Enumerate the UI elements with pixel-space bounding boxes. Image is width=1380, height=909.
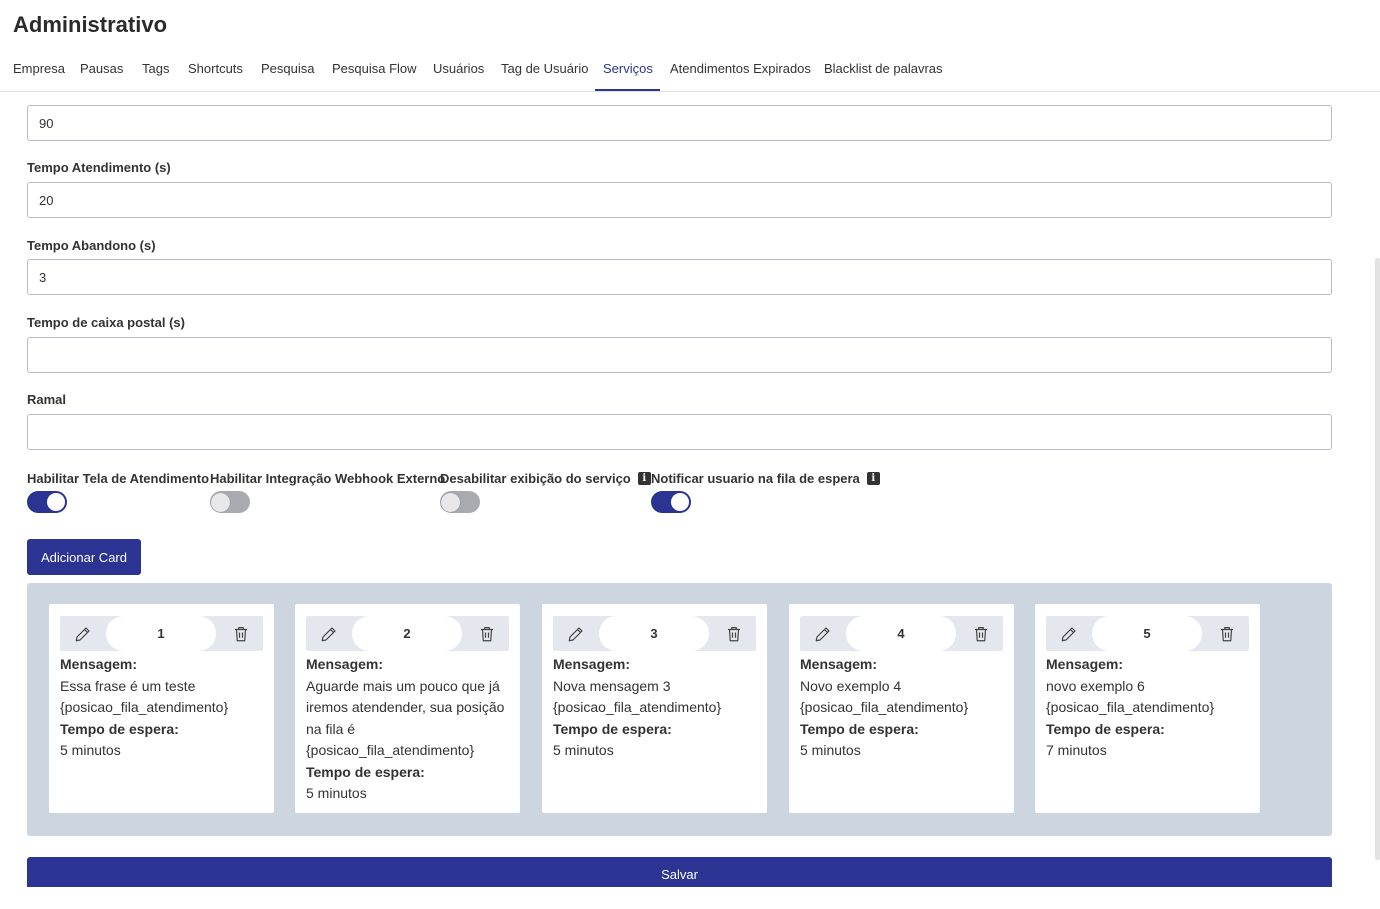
card-wait-label: Tempo de espera: xyxy=(60,720,179,737)
message-card: 2 Mensagem: Aguarde mais um pouco que já… xyxy=(295,604,520,813)
tempo-abandono-input[interactable] xyxy=(27,259,1332,295)
toggle-knob xyxy=(211,493,230,512)
info-icon[interactable]: i xyxy=(866,471,880,485)
toggle-label-text: Notificar usuario na fila de espera xyxy=(651,470,860,486)
tab-pausas[interactable]: Pausas xyxy=(80,50,123,91)
trash-icon[interactable] xyxy=(972,625,990,643)
trash-icon[interactable] xyxy=(478,625,496,643)
tempo-atendimento-label: Tempo Atendimento (s) xyxy=(27,160,171,175)
tempo-caixa-postal-label: Tempo de caixa postal (s) xyxy=(27,315,185,330)
toggle-label: Habilitar Integração Webhook Externo xyxy=(210,470,445,486)
toggle-label: Habilitar Tela de Atendimento xyxy=(27,470,209,486)
card-wait-label: Tempo de espera: xyxy=(1046,720,1165,737)
tab-servicos[interactable]: Serviços xyxy=(595,50,660,91)
tab-tag-de-usuario[interactable]: Tag de Usuário xyxy=(501,50,588,91)
message-card: 4 Mensagem: Novo exemplo 4 {posicao_fila… xyxy=(789,604,1014,813)
card-wait-label: Tempo de espera: xyxy=(800,720,919,737)
card-header: 5 xyxy=(1046,616,1249,651)
card-message: Essa frase é um teste {posicao_fila_aten… xyxy=(60,677,229,716)
top-numeric-field[interactable] xyxy=(27,105,1332,141)
card-message-label: Mensagem: xyxy=(553,656,631,672)
card-body: Mensagem: Essa frase é um teste {posicao… xyxy=(60,654,265,762)
ramal-input[interactable] xyxy=(27,414,1332,450)
tab-pesquisa[interactable]: Pesquisa xyxy=(261,50,314,91)
message-card: 1 Mensagem: Essa frase é um teste {posic… xyxy=(49,604,274,813)
tab-atendimentos-expirados[interactable]: Atendimentos Expirados xyxy=(670,50,811,91)
card-body: Mensagem: Nova mensagem 3 {posicao_fila_… xyxy=(553,654,758,762)
toggle-desabilitar-exibicao-group: Desabilitar exibição do serviço i xyxy=(440,470,651,513)
notificar-fila-espera-toggle[interactable] xyxy=(651,491,691,513)
toggle-habilitar-tela-atendimento-group: Habilitar Tela de Atendimento xyxy=(27,470,209,513)
card-header: 3 xyxy=(553,616,756,651)
card-message-label: Mensagem: xyxy=(60,656,138,672)
card-header: 2 xyxy=(306,616,509,651)
card-number: 2 xyxy=(352,616,462,651)
toggle-label-text: Habilitar Tela de Atendimento xyxy=(27,470,210,486)
card-body: Mensagem: Aguarde mais um pouco que já i… xyxy=(306,654,511,805)
card-wait-label: Tempo de espera: xyxy=(553,720,672,737)
card-number: 3 xyxy=(599,616,709,651)
card-wait: 5 minutos xyxy=(306,785,367,801)
card-wait: 5 minutos xyxy=(60,742,121,758)
tempo-abandono-label: Tempo Abandono (s) xyxy=(27,238,156,253)
viewport-bottom-edge xyxy=(0,887,1380,909)
card-message-label: Mensagem: xyxy=(1046,656,1124,672)
card-header: 1 xyxy=(60,616,263,651)
ramal-label: Ramal xyxy=(27,392,67,407)
card-message-label: Mensagem: xyxy=(800,656,878,672)
card-message: novo exemplo 6 {posicao_fila_atendimento… xyxy=(1046,677,1215,716)
card-wait: 7 minutos xyxy=(1046,742,1107,758)
scrollbar-thumb[interactable] xyxy=(1375,258,1380,860)
pencil-icon[interactable] xyxy=(1060,625,1078,643)
trash-icon[interactable] xyxy=(725,625,743,643)
toggle-label: Desabilitar exibição do serviço i xyxy=(440,470,651,486)
card-wait-label: Tempo de espera: xyxy=(306,763,425,780)
desabilitar-exibicao-toggle[interactable] xyxy=(440,491,480,513)
pencil-icon[interactable] xyxy=(814,625,832,643)
habilitar-webhook-externo-toggle[interactable] xyxy=(210,491,250,513)
toggle-notificar-fila-group: Notificar usuario na fila de espera i xyxy=(651,470,880,513)
tempo-caixa-postal-input[interactable] xyxy=(27,337,1332,373)
tab-usuarios[interactable]: Usuários xyxy=(433,50,484,91)
card-header: 4 xyxy=(800,616,1003,651)
toggle-label-text: Habilitar Integração Webhook Externo xyxy=(210,470,446,486)
toggle-label: Notificar usuario na fila de espera i xyxy=(651,470,880,486)
card-message: Aguarde mais um pouco que já iremos aten… xyxy=(306,677,505,759)
tab-pesquisa-flow[interactable]: Pesquisa Flow xyxy=(332,50,417,91)
card-body: Mensagem: novo exemplo 6 {posicao_fila_a… xyxy=(1046,654,1251,762)
tempo-atendimento-input[interactable] xyxy=(27,182,1332,218)
card-number: 5 xyxy=(1092,616,1202,651)
habilitar-tela-atendimento-toggle[interactable] xyxy=(27,491,67,513)
toggle-webhook-externo-group: Habilitar Integração Webhook Externo xyxy=(210,470,445,513)
toggle-knob xyxy=(441,493,460,512)
toggle-knob xyxy=(671,493,689,511)
admin-tabs: Empresa Pausas Tags Shortcuts Pesquisa P… xyxy=(0,50,1380,92)
cards-container: 1 Mensagem: Essa frase é um teste {posic… xyxy=(27,583,1332,836)
toggle-knob xyxy=(47,493,65,511)
card-number: 4 xyxy=(846,616,956,651)
message-card: 5 Mensagem: novo exemplo 6 {posicao_fila… xyxy=(1035,604,1260,813)
trash-icon[interactable] xyxy=(1218,625,1236,643)
message-card: 3 Mensagem: Nova mensagem 3 {posicao_fil… xyxy=(542,604,767,813)
card-wait: 5 minutos xyxy=(553,742,614,758)
card-message: Novo exemplo 4 {posicao_fila_atendimento… xyxy=(800,677,969,716)
pencil-icon[interactable] xyxy=(74,625,92,643)
tab-shortcuts[interactable]: Shortcuts xyxy=(188,50,243,91)
card-body: Mensagem: Novo exemplo 4 {posicao_fila_a… xyxy=(800,654,1005,762)
tab-blacklist-de-palavras[interactable]: Blacklist de palavras xyxy=(824,50,943,91)
card-message: Nova mensagem 3 {posicao_fila_atendiment… xyxy=(553,677,722,716)
tab-tags[interactable]: Tags xyxy=(142,50,169,91)
card-message-label: Mensagem: xyxy=(306,656,384,672)
pencil-icon[interactable] xyxy=(567,625,585,643)
info-icon[interactable]: i xyxy=(637,471,651,485)
toggle-label-text: Desabilitar exibição do serviço xyxy=(440,470,631,486)
pencil-icon[interactable] xyxy=(320,625,338,643)
tab-empresa[interactable]: Empresa xyxy=(13,50,65,91)
add-card-button[interactable]: Adicionar Card xyxy=(27,539,141,575)
card-wait: 5 minutos xyxy=(800,742,861,758)
trash-icon[interactable] xyxy=(232,625,250,643)
card-number: 1 xyxy=(106,616,216,651)
page-title: Administrativo xyxy=(13,12,168,37)
